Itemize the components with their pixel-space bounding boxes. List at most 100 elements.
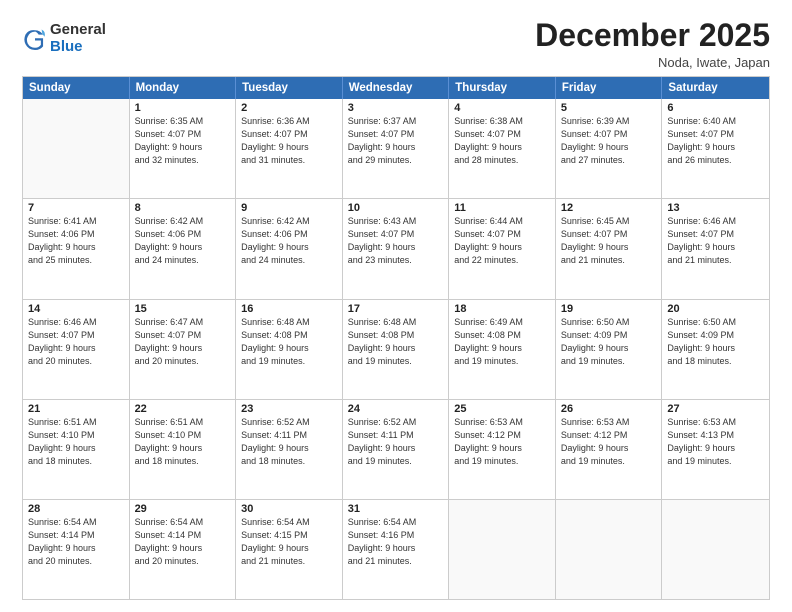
month-title: December 2025 — [535, 18, 770, 53]
cell-info: Sunrise: 6:51 AM Sunset: 4:10 PM Dayligh… — [28, 416, 124, 468]
cell-info: Sunrise: 6:35 AM Sunset: 4:07 PM Dayligh… — [135, 115, 231, 167]
logo-blue: Blue — [50, 39, 106, 56]
cell-day-number: 2 — [241, 102, 337, 114]
cell-day-number: 4 — [454, 102, 550, 114]
header: General Blue December 2025 Noda, Iwate, … — [22, 18, 770, 70]
title-block: December 2025 Noda, Iwate, Japan — [535, 18, 770, 70]
cell-info: Sunrise: 6:42 AM Sunset: 4:06 PM Dayligh… — [241, 215, 337, 267]
calendar-cell: 16Sunrise: 6:48 AM Sunset: 4:08 PM Dayli… — [236, 300, 343, 399]
cell-info: Sunrise: 6:47 AM Sunset: 4:07 PM Dayligh… — [135, 316, 231, 368]
calendar-cell: 9Sunrise: 6:42 AM Sunset: 4:06 PM Daylig… — [236, 199, 343, 298]
cell-day-number: 23 — [241, 403, 337, 415]
cell-info: Sunrise: 6:53 AM Sunset: 4:12 PM Dayligh… — [561, 416, 657, 468]
cell-info: Sunrise: 6:46 AM Sunset: 4:07 PM Dayligh… — [28, 316, 124, 368]
calendar-header: SundayMondayTuesdayWednesdayThursdayFrid… — [23, 77, 769, 99]
cell-day-number: 6 — [667, 102, 764, 114]
calendar-week-row: 1Sunrise: 6:35 AM Sunset: 4:07 PM Daylig… — [23, 99, 769, 198]
cell-info: Sunrise: 6:50 AM Sunset: 4:09 PM Dayligh… — [561, 316, 657, 368]
cell-day-number: 1 — [135, 102, 231, 114]
cell-day-number: 20 — [667, 303, 764, 315]
cell-info: Sunrise: 6:42 AM Sunset: 4:06 PM Dayligh… — [135, 215, 231, 267]
cell-day-number: 21 — [28, 403, 124, 415]
calendar-cell: 13Sunrise: 6:46 AM Sunset: 4:07 PM Dayli… — [662, 199, 769, 298]
weekday-header: Friday — [556, 77, 663, 99]
cell-info: Sunrise: 6:46 AM Sunset: 4:07 PM Dayligh… — [667, 215, 764, 267]
cell-info: Sunrise: 6:41 AM Sunset: 4:06 PM Dayligh… — [28, 215, 124, 267]
calendar-cell: 3Sunrise: 6:37 AM Sunset: 4:07 PM Daylig… — [343, 99, 450, 198]
cell-info: Sunrise: 6:48 AM Sunset: 4:08 PM Dayligh… — [241, 316, 337, 368]
cell-day-number: 15 — [135, 303, 231, 315]
logo-general: General — [50, 22, 106, 39]
cell-day-number: 13 — [667, 202, 764, 214]
calendar-week-row: 28Sunrise: 6:54 AM Sunset: 4:14 PM Dayli… — [23, 499, 769, 599]
weekday-header: Monday — [130, 77, 237, 99]
cell-day-number: 14 — [28, 303, 124, 315]
cell-day-number: 25 — [454, 403, 550, 415]
calendar-cell: 21Sunrise: 6:51 AM Sunset: 4:10 PM Dayli… — [23, 400, 130, 499]
cell-info: Sunrise: 6:50 AM Sunset: 4:09 PM Dayligh… — [667, 316, 764, 368]
weekday-header: Sunday — [23, 77, 130, 99]
calendar-cell: 23Sunrise: 6:52 AM Sunset: 4:11 PM Dayli… — [236, 400, 343, 499]
cell-day-number: 31 — [348, 503, 444, 515]
cell-info: Sunrise: 6:53 AM Sunset: 4:13 PM Dayligh… — [667, 416, 764, 468]
calendar-cell: 31Sunrise: 6:54 AM Sunset: 4:16 PM Dayli… — [343, 500, 450, 599]
calendar-cell: 20Sunrise: 6:50 AM Sunset: 4:09 PM Dayli… — [662, 300, 769, 399]
cell-day-number: 18 — [454, 303, 550, 315]
cell-info: Sunrise: 6:40 AM Sunset: 4:07 PM Dayligh… — [667, 115, 764, 167]
cell-day-number: 8 — [135, 202, 231, 214]
cell-day-number: 10 — [348, 202, 444, 214]
calendar-cell: 27Sunrise: 6:53 AM Sunset: 4:13 PM Dayli… — [662, 400, 769, 499]
calendar-week-row: 14Sunrise: 6:46 AM Sunset: 4:07 PM Dayli… — [23, 299, 769, 399]
cell-day-number: 3 — [348, 102, 444, 114]
calendar-cell: 28Sunrise: 6:54 AM Sunset: 4:14 PM Dayli… — [23, 500, 130, 599]
cell-day-number: 7 — [28, 202, 124, 214]
cell-day-number: 16 — [241, 303, 337, 315]
cell-info: Sunrise: 6:52 AM Sunset: 4:11 PM Dayligh… — [241, 416, 337, 468]
cell-day-number: 24 — [348, 403, 444, 415]
calendar-cell: 7Sunrise: 6:41 AM Sunset: 4:06 PM Daylig… — [23, 199, 130, 298]
calendar-cell — [449, 500, 556, 599]
calendar-cell: 4Sunrise: 6:38 AM Sunset: 4:07 PM Daylig… — [449, 99, 556, 198]
logo-icon — [24, 28, 46, 50]
cell-day-number: 17 — [348, 303, 444, 315]
cell-info: Sunrise: 6:37 AM Sunset: 4:07 PM Dayligh… — [348, 115, 444, 167]
cell-info: Sunrise: 6:54 AM Sunset: 4:14 PM Dayligh… — [28, 516, 124, 568]
cell-day-number: 19 — [561, 303, 657, 315]
calendar-cell: 6Sunrise: 6:40 AM Sunset: 4:07 PM Daylig… — [662, 99, 769, 198]
calendar-cell: 8Sunrise: 6:42 AM Sunset: 4:06 PM Daylig… — [130, 199, 237, 298]
logo: General Blue — [22, 22, 106, 55]
cell-info: Sunrise: 6:51 AM Sunset: 4:10 PM Dayligh… — [135, 416, 231, 468]
calendar-cell: 26Sunrise: 6:53 AM Sunset: 4:12 PM Dayli… — [556, 400, 663, 499]
cell-day-number: 29 — [135, 503, 231, 515]
cell-info: Sunrise: 6:38 AM Sunset: 4:07 PM Dayligh… — [454, 115, 550, 167]
cell-info: Sunrise: 6:53 AM Sunset: 4:12 PM Dayligh… — [454, 416, 550, 468]
calendar-cell: 18Sunrise: 6:49 AM Sunset: 4:08 PM Dayli… — [449, 300, 556, 399]
page: General Blue December 2025 Noda, Iwate, … — [0, 0, 792, 612]
cell-day-number: 30 — [241, 503, 337, 515]
calendar-week-row: 7Sunrise: 6:41 AM Sunset: 4:06 PM Daylig… — [23, 198, 769, 298]
calendar-cell: 22Sunrise: 6:51 AM Sunset: 4:10 PM Dayli… — [130, 400, 237, 499]
cell-day-number: 9 — [241, 202, 337, 214]
calendar-week-row: 21Sunrise: 6:51 AM Sunset: 4:10 PM Dayli… — [23, 399, 769, 499]
location: Noda, Iwate, Japan — [535, 55, 770, 70]
calendar-cell — [556, 500, 663, 599]
weekday-header: Saturday — [662, 77, 769, 99]
cell-info: Sunrise: 6:36 AM Sunset: 4:07 PM Dayligh… — [241, 115, 337, 167]
calendar-cell: 30Sunrise: 6:54 AM Sunset: 4:15 PM Dayli… — [236, 500, 343, 599]
cell-day-number: 27 — [667, 403, 764, 415]
cell-day-number: 12 — [561, 202, 657, 214]
cell-day-number: 11 — [454, 202, 550, 214]
calendar: SundayMondayTuesdayWednesdayThursdayFrid… — [22, 76, 770, 600]
cell-info: Sunrise: 6:45 AM Sunset: 4:07 PM Dayligh… — [561, 215, 657, 267]
calendar-cell: 14Sunrise: 6:46 AM Sunset: 4:07 PM Dayli… — [23, 300, 130, 399]
calendar-cell: 29Sunrise: 6:54 AM Sunset: 4:14 PM Dayli… — [130, 500, 237, 599]
calendar-cell: 25Sunrise: 6:53 AM Sunset: 4:12 PM Dayli… — [449, 400, 556, 499]
cell-day-number: 26 — [561, 403, 657, 415]
cell-info: Sunrise: 6:54 AM Sunset: 4:15 PM Dayligh… — [241, 516, 337, 568]
cell-day-number: 5 — [561, 102, 657, 114]
cell-info: Sunrise: 6:39 AM Sunset: 4:07 PM Dayligh… — [561, 115, 657, 167]
calendar-cell: 11Sunrise: 6:44 AM Sunset: 4:07 PM Dayli… — [449, 199, 556, 298]
calendar-cell — [23, 99, 130, 198]
logo-text: General Blue — [50, 22, 106, 55]
cell-day-number: 28 — [28, 503, 124, 515]
